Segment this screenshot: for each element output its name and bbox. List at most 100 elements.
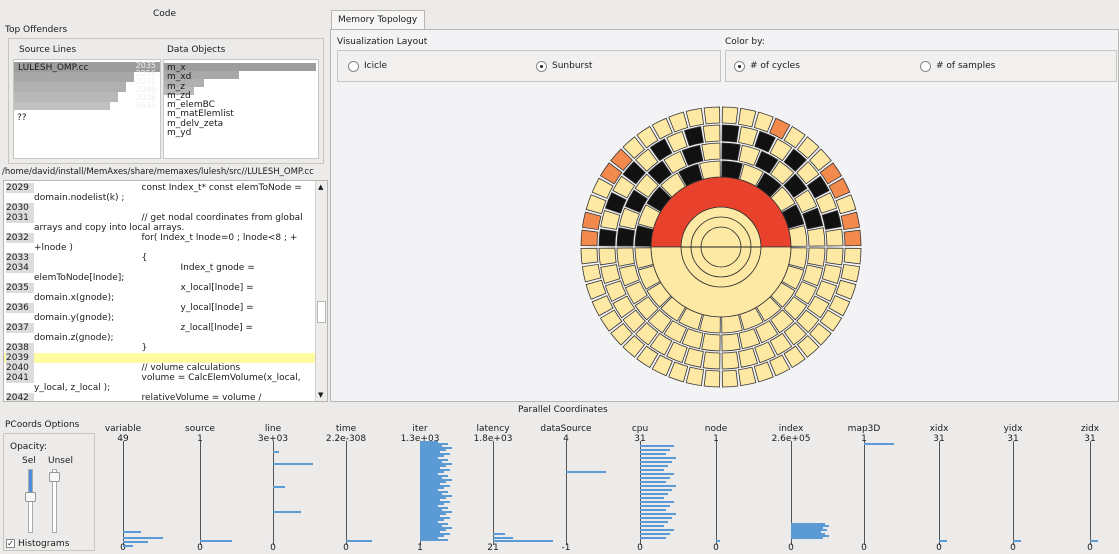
code-line[interactable]: 2032 for( Index_t lnode=0 ; lnode<8 ; + +l…: [4, 233, 315, 253]
sunburst-segment[interactable]: [580, 247, 599, 265]
sunburst-segment[interactable]: [721, 106, 739, 125]
sunburst-segment[interactable]: [721, 333, 741, 352]
pc-axis[interactable]: [1013, 441, 1014, 545]
sunburst-segment[interactable]: [721, 369, 739, 388]
sunburst-segment[interactable]: [835, 194, 857, 215]
tab-memory-topology[interactable]: Memory Topology: [331, 10, 425, 30]
code-line[interactable]: 2039: [4, 353, 315, 363]
histograms-checkbox[interactable]: ✓: [6, 539, 15, 548]
sunburst-segment[interactable]: [843, 247, 862, 265]
sunburst-segment[interactable]: [788, 247, 808, 269]
unsel-slider-handle[interactable]: [49, 472, 60, 482]
radio-icicle[interactable]: [348, 61, 359, 72]
code-line[interactable]: 2029 const Index_t* const elemToNode = dom…: [4, 183, 315, 203]
sunburst-segment[interactable]: [807, 227, 826, 247]
pc-axis[interactable]: [1090, 441, 1091, 545]
data-object-item[interactable]: m_yd: [167, 128, 234, 138]
sunburst-segment[interactable]: [702, 124, 721, 143]
code-line[interactable]: 2037 z_local[lnode] = domain.z(gnode);: [4, 323, 315, 343]
pc-axis[interactable]: [273, 441, 274, 545]
sunburst-segment[interactable]: [685, 366, 705, 387]
code-line[interactable]: 2035 x_local[lnode] = domain.x(gnode);: [4, 283, 315, 303]
sunburst-segment[interactable]: [701, 142, 721, 161]
sunburst-segment[interactable]: [616, 247, 635, 267]
sunburst-segment[interactable]: [580, 229, 599, 247]
unsel-slider[interactable]: [49, 469, 60, 533]
sunburst-segment[interactable]: [581, 263, 602, 283]
sunburst-segment[interactable]: [702, 351, 721, 370]
sunburst-segment[interactable]: [616, 227, 635, 247]
sunburst-segment[interactable]: [738, 347, 759, 368]
sunburst-segment[interactable]: [703, 369, 721, 388]
pc-axis[interactable]: [493, 441, 494, 545]
sunburst-segment[interactable]: [585, 279, 607, 300]
sunburst-segment[interactable]: [634, 247, 654, 269]
sunburst-segment[interactable]: [721, 351, 740, 370]
pc-axis[interactable]: [716, 441, 717, 545]
code-line[interactable]: 2033 {: [4, 253, 315, 263]
sunburst-segment[interactable]: [701, 333, 721, 352]
code-editor[interactable]: 2029 const Index_t* const elemToNode = dom…: [3, 180, 328, 402]
scroll-down-icon[interactable]: ▼: [318, 391, 323, 399]
sunburst-segment[interactable]: [683, 126, 704, 147]
sunburst-segment[interactable]: [721, 142, 741, 161]
sunburst-segment[interactable]: [737, 107, 757, 128]
sunburst-segment[interactable]: [683, 347, 704, 368]
sunburst-segment[interactable]: [668, 111, 689, 133]
sunburst-segment[interactable]: [699, 314, 721, 334]
sunburst-segment[interactable]: [581, 211, 602, 231]
pc-axis[interactable]: [864, 441, 865, 545]
radio-samples[interactable]: [920, 61, 931, 72]
sunburst-segment[interactable]: [598, 228, 617, 247]
sunburst-segment[interactable]: [753, 361, 774, 383]
code-line[interactable]: 2040 // volume calculations: [4, 363, 315, 373]
code-line[interactable]: 2031 // get nodal coordinates from global…: [4, 213, 315, 233]
sunburst-segment[interactable]: [600, 209, 621, 230]
sunburst-segment[interactable]: [699, 160, 721, 180]
pc-axis[interactable]: [200, 441, 201, 545]
sunburst-segment[interactable]: [600, 264, 621, 285]
sunburst-segment[interactable]: [807, 247, 826, 267]
code-line[interactable]: 2036 y_local[lnode] = domain.y(gnode);: [4, 303, 315, 323]
sunburst-segment[interactable]: [843, 229, 862, 247]
sunburst-segment[interactable]: [685, 107, 705, 128]
sunburst-segment[interactable]: [738, 126, 759, 147]
pc-axis[interactable]: [346, 441, 347, 545]
source-lines-list[interactable]: LULESH_OMP.cc 2035 2056 2051 2049 2026 9636 ?…: [13, 59, 161, 159]
sunburst-segment[interactable]: [721, 124, 740, 143]
code-line[interactable]: 2034 Index_t gnode = elemToNode[lnode];: [4, 263, 315, 283]
sunburst-chart[interactable]: [579, 102, 863, 392]
sunburst-segment[interactable]: [585, 194, 607, 215]
sunburst-segment[interactable]: [598, 247, 617, 266]
code-line[interactable]: 2042relativeVolume = volume /domain.volo…: [4, 393, 315, 401]
sunburst-segment[interactable]: [703, 106, 721, 125]
sunburst-segment[interactable]: [753, 111, 774, 133]
pc-axis[interactable]: [566, 441, 567, 545]
sunburst-segment[interactable]: [825, 228, 844, 247]
pc-axis[interactable]: [939, 441, 940, 545]
code-line[interactable]: 2030: [4, 203, 315, 213]
sel-slider-handle[interactable]: [25, 492, 36, 502]
pc-axis[interactable]: [123, 441, 124, 545]
sunburst-segment[interactable]: [821, 264, 842, 285]
sunburst-segment[interactable]: [840, 263, 861, 283]
sunburst-segment[interactable]: [840, 211, 861, 231]
radio-cycles[interactable]: [734, 61, 745, 72]
code-line[interactable]: 2038}: [4, 343, 315, 353]
code-line[interactable]: 2041 volume = CalcElemVolume(x_local, y_lo…: [4, 373, 315, 393]
source-file-item[interactable]: LULESH_OMP.cc: [18, 63, 88, 73]
sunburst-segment[interactable]: [821, 209, 842, 230]
radio-sunburst[interactable]: [536, 61, 547, 72]
code-scrollbar[interactable]: ▲ ▼: [315, 181, 327, 401]
sel-slider[interactable]: [25, 469, 36, 533]
sunburst-segment[interactable]: [788, 225, 808, 247]
data-objects-list[interactable]: m_x m_xd m_z m_zd m_elemBC m_matElemlist m_del…: [163, 59, 319, 159]
sunburst-segment[interactable]: [721, 314, 743, 334]
sunburst-segment[interactable]: [668, 361, 689, 383]
sunburst-segment[interactable]: [825, 247, 844, 266]
sunburst-segment[interactable]: [737, 366, 757, 387]
scroll-up-icon[interactable]: ▲: [318, 183, 323, 191]
sunburst-segment[interactable]: [835, 279, 857, 300]
sunburst-segment[interactable]: [721, 160, 743, 180]
scroll-thumb[interactable]: [317, 301, 326, 323]
